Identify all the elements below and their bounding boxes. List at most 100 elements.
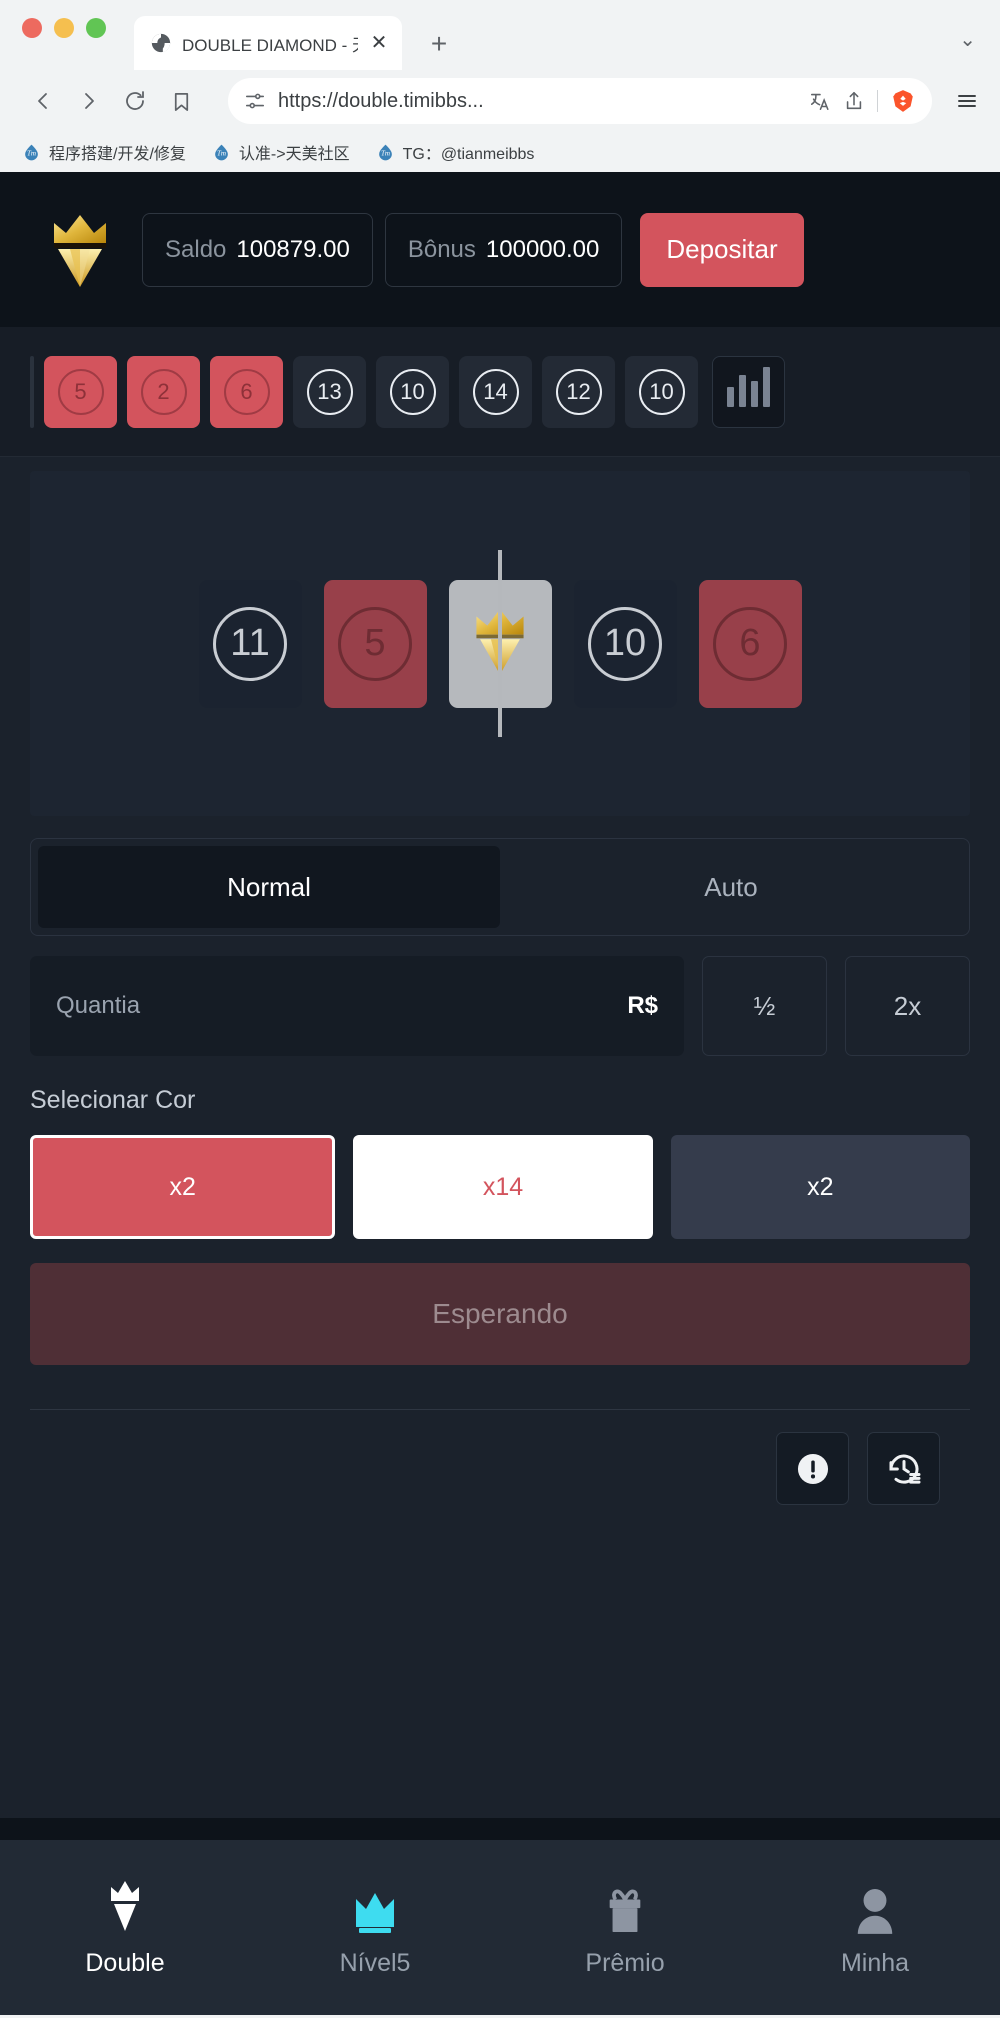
saldo-value: 100879.00 [236,235,350,263]
deposit-button-label: Depositar [666,234,778,264]
tm-bookmark-icon: Tm [376,143,395,162]
history-tile[interactable]: 14 [459,355,532,428]
reel-card: 10 [573,579,677,708]
forward-arrow-icon[interactable] [68,80,110,122]
color-option-red[interactable]: x2 [30,1135,336,1239]
nav-item-double[interactable]: Double [0,1877,250,1978]
browser-chrome: DOUBLE DIAMOND - 天美社区 ✕ + ⌄ https://doub… [0,0,1000,172]
reload-icon[interactable] [114,80,156,122]
deposit-button[interactable]: Depositar [640,212,804,287]
history-tile-value: 6 [223,368,270,415]
history-edge-marker [30,355,34,428]
history-tile-value: 2 [140,368,187,415]
bookmark-item-2[interactable]: Tm TG：@tianmeibbs [376,140,535,164]
history-tile[interactable]: 13 [293,355,366,428]
page-settings-icon[interactable] [244,90,266,112]
bookmark-item-1[interactable]: Tm 认准->天美社区 [212,140,350,164]
tab-strip: DOUBLE DIAMOND - 天美社区 ✕ + ⌄ [0,0,1000,70]
color-option-black[interactable]: x2 [670,1135,970,1239]
gift-icon [602,1877,648,1935]
info-exclamation-icon[interactable] [776,1432,849,1505]
bottom-strip [0,1818,1000,1840]
brave-lion-icon[interactable] [890,88,916,114]
place-bet-label: Esperando [432,1298,568,1329]
history-tile[interactable]: 12 [542,355,615,428]
bonus-label: Bônus [407,235,476,263]
history-tiles: 5 2 6 13 10 14 12 10 [44,355,698,428]
app-spacer [0,1505,1000,1818]
person-icon [853,1877,897,1935]
amount-input[interactable]: Quantia R$ [30,956,684,1056]
tab-normal-label: Normal [227,871,311,902]
tab-title: DOUBLE DIAMOND - 天美社区 [182,35,358,55]
bookmark-icon[interactable] [160,80,202,122]
reel-card-value: 11 [213,606,287,681]
close-icon[interactable]: ✕ [368,33,390,53]
history-tile-value: 13 [306,368,353,415]
nav-item-double-label: Double [85,1949,165,1977]
svg-text:Tm: Tm [27,149,36,157]
nav-item-premio[interactable]: Prêmio [500,1877,750,1978]
translate-icon[interactable] [809,90,831,112]
app-header: Saldo 100879.00 Bônus 100000.00 Deposita… [0,172,1000,327]
color-option-black-label: x2 [807,1172,834,1201]
history-tile[interactable]: 10 [376,355,449,428]
bar-chart-icon[interactable] [712,355,785,428]
minimize-window-button[interactable] [54,18,74,38]
tool-buttons [776,1432,970,1505]
nav-item-premio-label: Prêmio [585,1949,665,1977]
browser-tab[interactable]: DOUBLE DIAMOND - 天美社区 ✕ [134,16,402,70]
spin-reel: 11 5 10 6 [30,471,970,816]
window-traffic-lights [22,0,106,70]
nav-item-minha[interactable]: Minha [750,1877,1000,1978]
tab-auto[interactable]: Auto [500,846,962,928]
history-clock-icon[interactable] [867,1432,940,1505]
history-tile[interactable]: 2 [127,355,200,428]
reel-card-value: 5 [338,606,412,681]
bookmarks-bar: Tm 程序搭建/开发/修复 Tm 认准->天美社区 Tm TG：@tianmei… [0,132,1000,172]
history-tile[interactable]: 6 [210,355,283,428]
history-tile-value: 10 [638,368,685,415]
url-text: https://double.timibbs... [278,89,484,112]
bonus-display[interactable]: Bônus 100000.00 [384,212,623,287]
color-option-white[interactable]: x14 [353,1135,653,1239]
address-bar[interactable]: https://double.timibbs... [228,78,932,124]
history-tile-value: 12 [555,368,602,415]
bookmark-item-0[interactable]: Tm 程序搭建/开发/修复 [22,140,186,164]
app-body: 5 2 6 13 10 14 12 10 11 5 10 6 Normal Au… [0,327,1000,1818]
place-bet-button[interactable]: Esperando [30,1263,970,1365]
hamburger-menu-icon[interactable] [950,89,984,113]
history-tile-value: 14 [472,368,519,415]
half-amount-label: ½ [753,990,776,1021]
maximize-window-button[interactable] [86,18,106,38]
color-option-red-label: x2 [169,1172,196,1201]
history-tile-value: 5 [57,368,104,415]
globe-icon [150,32,172,54]
color-options: x2 x14 x2 [30,1135,970,1239]
toolbar-divider [877,90,878,112]
tab-normal[interactable]: Normal [38,846,500,928]
half-amount-button[interactable]: ½ [702,956,827,1056]
chevron-down-icon[interactable]: ⌄ [959,27,976,52]
tm-bookmark-icon: Tm [22,143,41,162]
new-tab-button[interactable]: + [424,30,454,58]
bonus-value: 100000.00 [485,235,600,263]
share-icon[interactable] [843,90,865,112]
history-tile[interactable]: 10 [625,355,698,428]
color-option-white-label: x14 [482,1172,524,1201]
select-color-title: Selecionar Cor [30,1086,196,1114]
bookmark-label: TG：@tianmeibbs [402,146,535,163]
close-window-button[interactable] [22,18,42,38]
bookmark-label: 认准->天美社区 [238,146,350,163]
results-history-bar: 5 2 6 13 10 14 12 10 [0,327,1000,457]
reel-pointer-line [498,550,502,737]
gold-crown-diamond-logo [30,211,130,289]
svg-text:Tm: Tm [381,149,390,157]
nav-item-nivel[interactable]: Nível5 [250,1877,500,1978]
svg-text:Tm: Tm [217,149,226,157]
currency-label: R$ [627,992,658,1019]
double-amount-button[interactable]: 2x [845,956,970,1056]
back-arrow-icon[interactable] [22,80,64,122]
history-tile[interactable]: 5 [44,355,117,428]
saldo-display[interactable]: Saldo 100879.00 [142,212,373,287]
